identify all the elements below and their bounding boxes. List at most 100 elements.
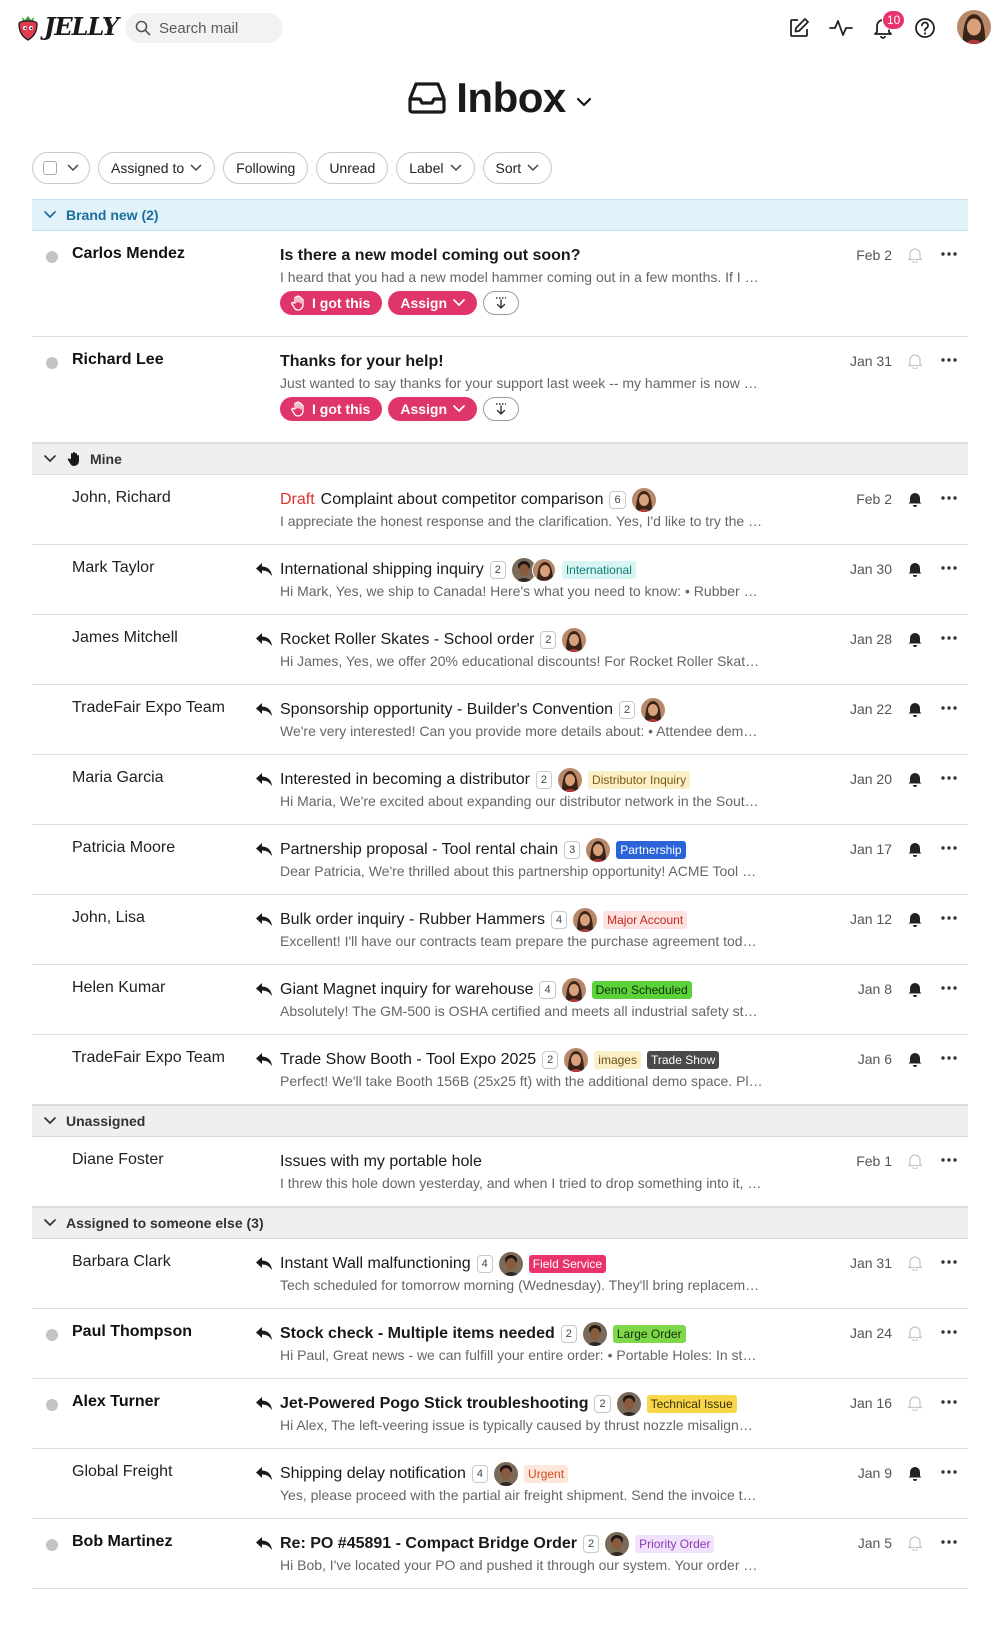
more-options-icon[interactable] [940, 909, 958, 927]
international-tag[interactable]: International [561, 561, 636, 579]
distributor-inquiry-tag[interactable]: Distributor Inquiry [588, 771, 691, 789]
more-options-icon[interactable] [940, 245, 958, 263]
inbox-title[interactable]: Inbox [0, 70, 1000, 126]
conversation-row[interactable]: Diane Foster Issues with my portable hole… [32, 1137, 968, 1207]
conversation-row[interactable]: Helen Kumar Giant Magnet inquiry for ware… [32, 965, 968, 1035]
trade-show-tag[interactable]: Trade Show [646, 1051, 720, 1069]
conversation-row[interactable]: Bob Martinez Re: PO #45891 - Compact Brid… [32, 1519, 968, 1589]
more-options-icon[interactable] [940, 1463, 958, 1481]
bell-filled-icon[interactable] [908, 1465, 924, 1481]
subject-line: Draft Complaint about competitor comparis… [280, 488, 656, 512]
bell-outline-icon[interactable] [907, 353, 924, 370]
bell-outline-icon[interactable] [907, 1153, 924, 1170]
bell-outline-icon[interactable] [907, 1325, 924, 1342]
large-order-tag[interactable]: Large Order [612, 1325, 686, 1343]
technical-issue-tag[interactable]: Technical Issue [646, 1395, 737, 1413]
conversation-row[interactable]: Global Freight Shipping delay notificatio… [32, 1449, 968, 1519]
section-header-unassigned[interactable]: Unassigned [32, 1105, 968, 1137]
more-options-icon[interactable] [940, 629, 958, 647]
sort-dropdown[interactable]: Sort [482, 152, 553, 184]
avatar [531, 558, 556, 582]
major-account-tag[interactable]: Major Account [603, 911, 688, 929]
filter-unread[interactable]: Unread [316, 152, 389, 184]
conversation-row[interactable]: Carlos Mendez Is there a new model coming… [32, 231, 968, 337]
more-options-icon[interactable] [940, 769, 958, 787]
more-options-icon[interactable] [940, 1393, 958, 1411]
conversation-row[interactable]: Barbara Clark Instant Wall malfunctioning… [32, 1239, 968, 1309]
select-all-checkbox[interactable] [32, 152, 90, 184]
activity-icon[interactable] [829, 16, 853, 40]
chevron-down-icon[interactable] [42, 211, 58, 219]
assign-button[interactable]: Assign [388, 397, 478, 421]
bell-outline-icon[interactable] [907, 247, 924, 264]
more-options-icon[interactable] [940, 979, 958, 997]
chevron-down-icon[interactable] [42, 1219, 58, 1227]
more-options-icon[interactable] [940, 1253, 958, 1271]
more-options-icon[interactable] [940, 489, 958, 507]
bell-filled-icon[interactable] [908, 1051, 924, 1067]
snooze-icon[interactable] [483, 291, 520, 315]
section-header-someone-else[interactable]: Assigned to someone else (3) [32, 1207, 968, 1239]
images-tag[interactable]: images [594, 1051, 641, 1069]
more-options-icon[interactable] [940, 351, 958, 369]
i-got-this-button[interactable]: I got this [280, 397, 383, 421]
bell-filled-icon[interactable] [908, 981, 924, 997]
more-options-icon[interactable] [940, 1323, 958, 1341]
conversation-row[interactable]: James Mitchell Rocket Roller Skates - Sch… [32, 615, 968, 685]
more-options-icon[interactable] [940, 839, 958, 857]
compose-icon[interactable] [787, 16, 811, 40]
bell-filled-icon[interactable] [908, 631, 924, 647]
jelly-logo[interactable]: JELLY [16, 12, 119, 41]
conversation-row[interactable]: Patricia Moore Partnership proposal - Too… [32, 825, 968, 895]
more-options-icon[interactable] [940, 1151, 958, 1169]
sender-name: Alex Turner [72, 1393, 160, 1410]
conversation-row[interactable]: TradeFair Expo Team Sponsorship opportuni… [32, 685, 968, 755]
priority-order-tag[interactable]: Priority Order [635, 1535, 715, 1553]
i-got-this-button[interactable]: I got this [280, 291, 383, 315]
more-options-icon[interactable] [940, 1533, 958, 1551]
section-header-brand-new[interactable]: Brand new (2) [32, 199, 968, 231]
bell-outline-icon[interactable] [907, 1535, 924, 1552]
filter-following[interactable]: Following [223, 152, 309, 184]
more-options-icon[interactable] [940, 1049, 958, 1067]
filter-assigned-to[interactable]: Assigned to [98, 152, 216, 184]
user-avatar[interactable] [957, 10, 991, 44]
subject-line: Interested in becoming a distributor 2 Dis… [280, 768, 691, 792]
bell-filled-icon[interactable] [908, 841, 924, 857]
bell-filled-icon[interactable] [908, 771, 924, 787]
bell-filled-icon[interactable] [908, 911, 924, 927]
bell-outline-icon[interactable] [907, 1395, 924, 1412]
avatar [641, 698, 665, 722]
section-header-mine[interactable]: Mine [32, 443, 968, 475]
partnership-tag[interactable]: Partnership [616, 841, 686, 859]
message-preview: I threw this hole down yesterday, and wh… [280, 1175, 764, 1191]
chevron-down-icon[interactable] [42, 455, 58, 463]
bell-filled-icon[interactable] [908, 561, 924, 577]
help-icon[interactable] [913, 16, 937, 40]
chevron-down-icon[interactable] [42, 1117, 58, 1125]
search-box[interactable] [125, 13, 283, 43]
field-service-tag[interactable]: Field Service [528, 1255, 607, 1273]
search-input[interactable] [159, 19, 277, 37]
demo-scheduled-tag[interactable]: Demo Scheduled [591, 981, 692, 999]
conversation-row[interactable]: John, Richard Draft Complaint about compet… [32, 475, 968, 545]
urgent-tag[interactable]: Urgent [524, 1465, 569, 1483]
snooze-icon[interactable] [483, 397, 520, 421]
more-options-icon[interactable] [940, 559, 958, 577]
checkbox-icon[interactable] [43, 161, 57, 175]
bell-outline-icon[interactable] [907, 1255, 924, 1272]
bell-filled-icon[interactable] [908, 701, 924, 717]
message-count: 2 [582, 1535, 600, 1553]
assign-button[interactable]: Assign [388, 291, 478, 315]
conversation-row[interactable]: TradeFair Expo Team Trade Show Booth - To… [32, 1035, 968, 1105]
conversation-row[interactable]: Mark Taylor International shipping inquir… [32, 545, 968, 615]
bell-filled-icon[interactable] [908, 491, 924, 507]
conversation-row[interactable]: Richard Lee Thanks for your help! Just wan… [32, 337, 968, 443]
chevron-down-icon [449, 164, 462, 172]
filter-label-dropdown[interactable]: Label [396, 152, 475, 184]
conversation-row[interactable]: Paul Thompson Stock check - Multiple item… [32, 1309, 968, 1379]
conversation-row[interactable]: Maria Garcia Interested in becoming a dis… [32, 755, 968, 825]
more-options-icon[interactable] [940, 699, 958, 717]
conversation-row[interactable]: John, Lisa Bulk order inquiry - Rubber Ha… [32, 895, 968, 965]
conversation-row[interactable]: Alex Turner Jet-Powered Pogo Stick troubl… [32, 1379, 968, 1449]
